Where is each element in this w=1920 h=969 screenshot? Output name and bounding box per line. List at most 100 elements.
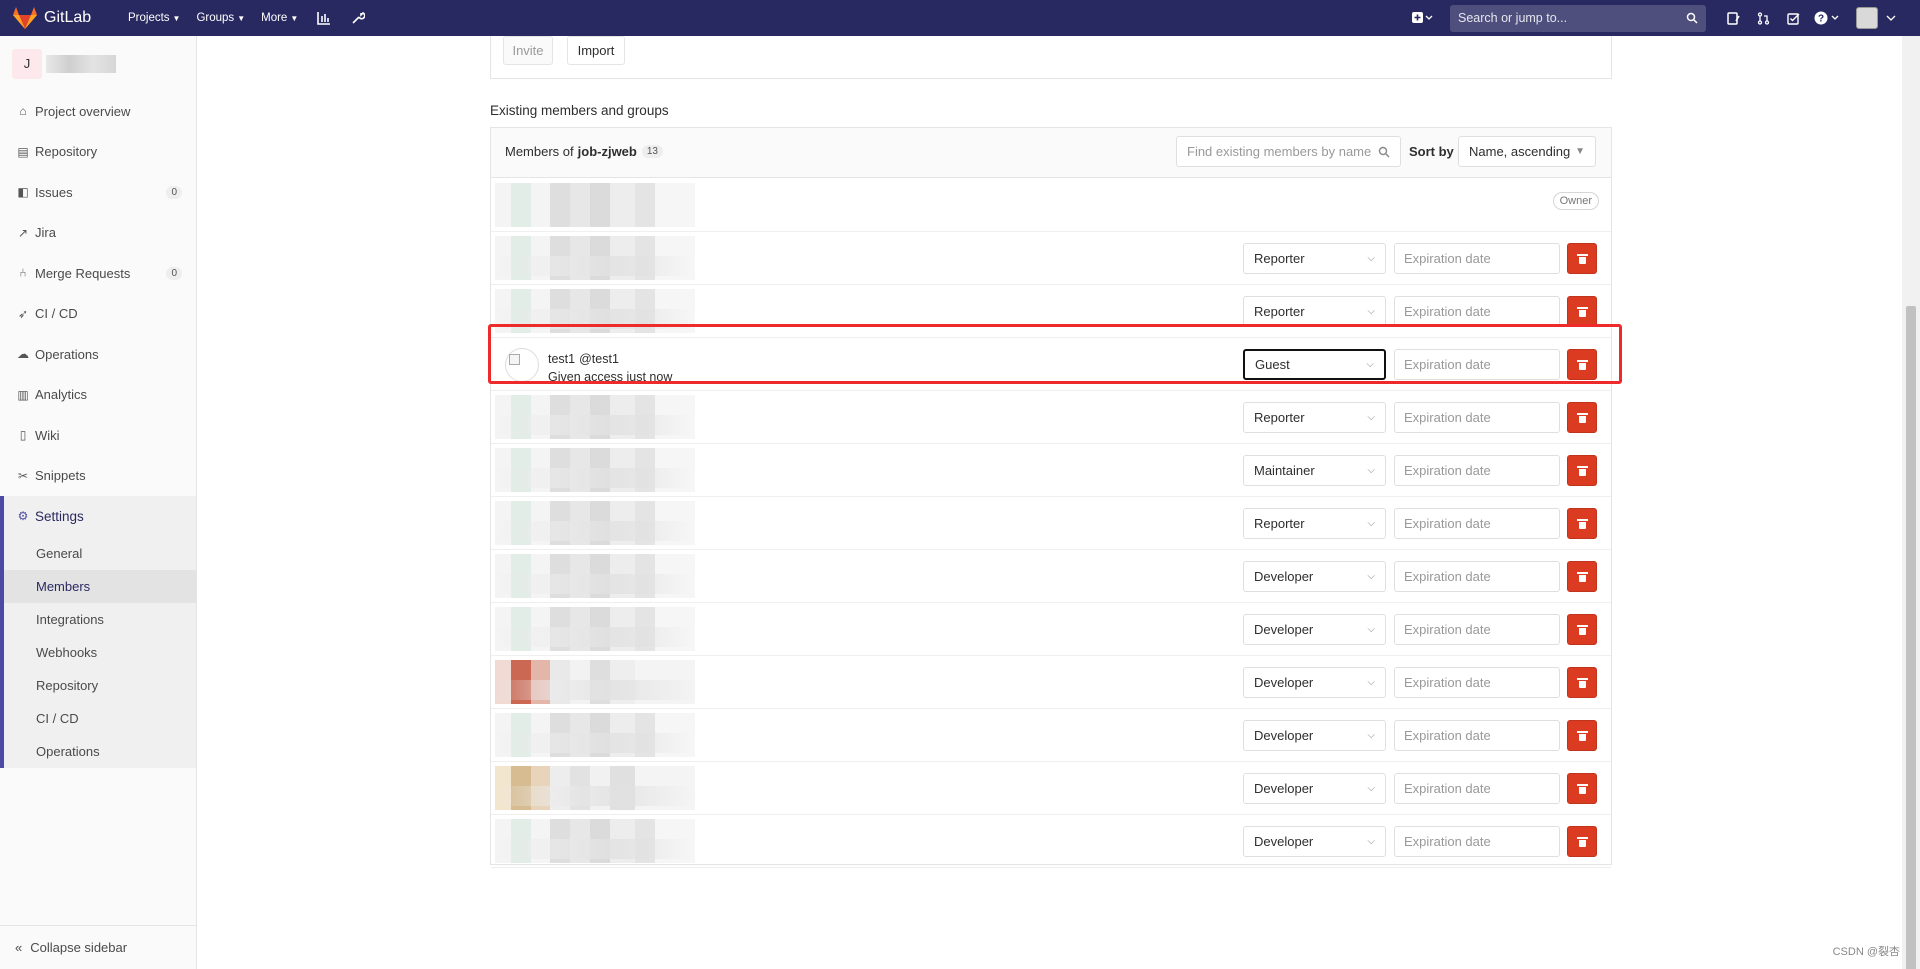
expiration-date-input[interactable]: Expiration date xyxy=(1394,561,1560,592)
nav-groups-label: Groups xyxy=(196,12,235,24)
nav-more[interactable]: More ▼ xyxy=(261,12,298,24)
role-dropdown[interactable]: Developer ⌵ xyxy=(1243,614,1386,645)
plus-dropdown-icon[interactable] xyxy=(1408,0,1438,36)
sidebar-item-label: Merge Requests xyxy=(35,265,131,281)
chevron-down-icon: ⌵ xyxy=(1367,783,1375,794)
project-sidebar: J ⌂ Project overview ▤ Repository ◧ Issues 0… xyxy=(0,36,197,969)
activity-chart-icon[interactable] xyxy=(316,10,332,26)
chevron-down-icon: ⌵ xyxy=(1367,412,1375,423)
chevron-down-icon[interactable] xyxy=(1882,0,1900,36)
merge-icon: ⑃ xyxy=(19,266,27,281)
admin-wrench-icon[interactable] xyxy=(350,10,366,26)
expiration-date-input[interactable]: Expiration date xyxy=(1394,296,1560,327)
sidebar-item-operations[interactable]: ☁ Operations xyxy=(0,334,196,375)
role-dropdown[interactable]: Reporter ⌵ xyxy=(1243,243,1386,274)
import-button[interactable]: Import xyxy=(567,36,625,65)
role-dropdown[interactable]: Reporter ⌵ xyxy=(1243,296,1386,327)
page-scrollbar[interactable] xyxy=(1902,36,1920,969)
issues-icon[interactable] xyxy=(1718,0,1748,36)
sidebar-item-ci-cd[interactable]: ➶ CI / CD xyxy=(0,294,196,335)
role-dropdown[interactable]: Developer ⌵ xyxy=(1243,561,1386,592)
remove-member-button[interactable] xyxy=(1567,349,1597,380)
expiration-date-input[interactable]: Expiration date xyxy=(1394,349,1560,380)
remove-member-button[interactable] xyxy=(1567,243,1597,274)
trash-icon xyxy=(1576,624,1588,635)
role-value: Reporter xyxy=(1254,516,1305,531)
expiration-date-input[interactable]: Expiration date xyxy=(1394,826,1560,857)
member-row: Developer ⌵ Expiration date xyxy=(491,709,1611,762)
settings-integrations[interactable]: Integrations xyxy=(4,603,196,636)
expiration-date-input[interactable]: Expiration date xyxy=(1394,508,1560,539)
search-input[interactable]: Search or jump to... xyxy=(1450,4,1706,32)
sidebar-item-label: CI / CD xyxy=(35,306,78,322)
home-icon: ⌂ xyxy=(19,104,27,119)
sidebar-item-issues[interactable]: ◧ Issues 0 xyxy=(0,172,196,213)
remove-member-button[interactable] xyxy=(1567,667,1597,698)
settings-repository[interactable]: Repository xyxy=(4,669,196,702)
member-display-name: test1 xyxy=(548,352,576,366)
gitlab-logo[interactable]: GitLab xyxy=(12,6,112,30)
watermark: CSDN @裂杏 xyxy=(1832,946,1900,958)
role-dropdown[interactable]: Maintainer ⌵ xyxy=(1243,455,1386,486)
remove-member-button[interactable] xyxy=(1567,508,1597,539)
remove-member-button[interactable] xyxy=(1567,614,1597,645)
sidebar-item-jira[interactable]: ↗ Jira xyxy=(0,213,196,254)
invite-button[interactable]: Invite xyxy=(503,36,553,65)
sidebar-item-repository[interactable]: ▤ Repository xyxy=(0,132,196,173)
expiration-date-input[interactable]: Expiration date xyxy=(1394,773,1560,804)
remove-member-button[interactable] xyxy=(1567,402,1597,433)
doc-icon: ▤ xyxy=(17,144,29,159)
nav-projects[interactable]: Projects ▼ xyxy=(128,12,180,24)
role-dropdown[interactable]: Reporter ⌵ xyxy=(1243,402,1386,433)
todos-icon[interactable] xyxy=(1778,0,1808,36)
remove-member-button[interactable] xyxy=(1567,720,1597,751)
nav-groups[interactable]: Groups ▼ xyxy=(196,12,245,24)
remove-member-button[interactable] xyxy=(1567,296,1597,327)
expiration-date-input[interactable]: Expiration date xyxy=(1394,243,1560,274)
collapse-sidebar-button[interactable]: « Collapse sidebar xyxy=(0,925,197,969)
expiration-date-input[interactable]: Expiration date xyxy=(1394,455,1560,486)
member-name: test1 @test1 xyxy=(548,352,619,366)
role-dropdown[interactable]: Developer ⌵ xyxy=(1243,667,1386,698)
chevron-down-icon: ▼ xyxy=(1575,146,1585,157)
owner-badge: Owner xyxy=(1552,192,1599,210)
remove-member-button[interactable] xyxy=(1567,826,1597,857)
merge-requests-icon[interactable] xyxy=(1748,0,1778,36)
role-dropdown[interactable]: Developer ⌵ xyxy=(1243,773,1386,804)
chevron-down-icon: ⌵ xyxy=(1367,306,1375,317)
help-icon[interactable]: ? xyxy=(1808,0,1846,36)
role-dropdown[interactable]: Guest ⌵ xyxy=(1243,349,1386,380)
settings-members[interactable]: Members xyxy=(4,569,196,603)
sidebar-item-merge-requests[interactable]: ⑃ Merge Requests 0 xyxy=(0,253,196,294)
sidebar-item-wiki[interactable]: ▯ Wiki xyxy=(0,415,196,456)
remove-member-button[interactable] xyxy=(1567,455,1597,486)
role-dropdown[interactable]: Developer ⌵ xyxy=(1243,826,1386,857)
settings-ci-cd[interactable]: CI / CD xyxy=(4,702,196,735)
settings-webhooks[interactable]: Webhooks xyxy=(4,636,196,669)
role-dropdown[interactable]: Reporter ⌵ xyxy=(1243,508,1386,539)
expiration-date-input[interactable]: Expiration date xyxy=(1394,402,1560,433)
members-title: Members of job-zjweb 13 xyxy=(505,144,663,159)
remove-member-button[interactable] xyxy=(1567,561,1597,592)
user-avatar[interactable] xyxy=(1856,7,1878,29)
role-dropdown[interactable]: Developer ⌵ xyxy=(1243,720,1386,751)
expiration-date-input[interactable]: Expiration date xyxy=(1394,720,1560,751)
sidebar-item-analytics[interactable]: ▥ Analytics xyxy=(0,375,196,416)
scroll-thumb[interactable] xyxy=(1906,306,1916,969)
chevron-down-icon: ⌵ xyxy=(1367,518,1375,529)
sidebar-item-snippets[interactable]: ✂ Snippets xyxy=(0,456,196,497)
expiration-date-input[interactable]: Expiration date xyxy=(1394,614,1560,645)
expiration-date-input[interactable]: Expiration date xyxy=(1394,667,1560,698)
settings-general[interactable]: General xyxy=(4,537,196,570)
sort-dropdown[interactable]: Name, ascending ▼ xyxy=(1458,136,1596,167)
merge-requests-count-badge: 0 xyxy=(166,266,182,280)
chevron-down-icon: ⌵ xyxy=(1367,571,1375,582)
find-members-input[interactable]: Find existing members by name xyxy=(1176,136,1401,167)
project-header[interactable]: J xyxy=(0,36,196,91)
redacted-member-detail xyxy=(495,256,695,276)
settings-operations[interactable]: Operations xyxy=(4,735,196,768)
sidebar-item-settings[interactable]: ⚙ Settings xyxy=(4,496,196,537)
sidebar-item-project-overview[interactable]: ⌂ Project overview xyxy=(0,91,196,132)
remove-member-button[interactable] xyxy=(1567,773,1597,804)
expiration-placeholder: Expiration date xyxy=(1404,516,1491,531)
